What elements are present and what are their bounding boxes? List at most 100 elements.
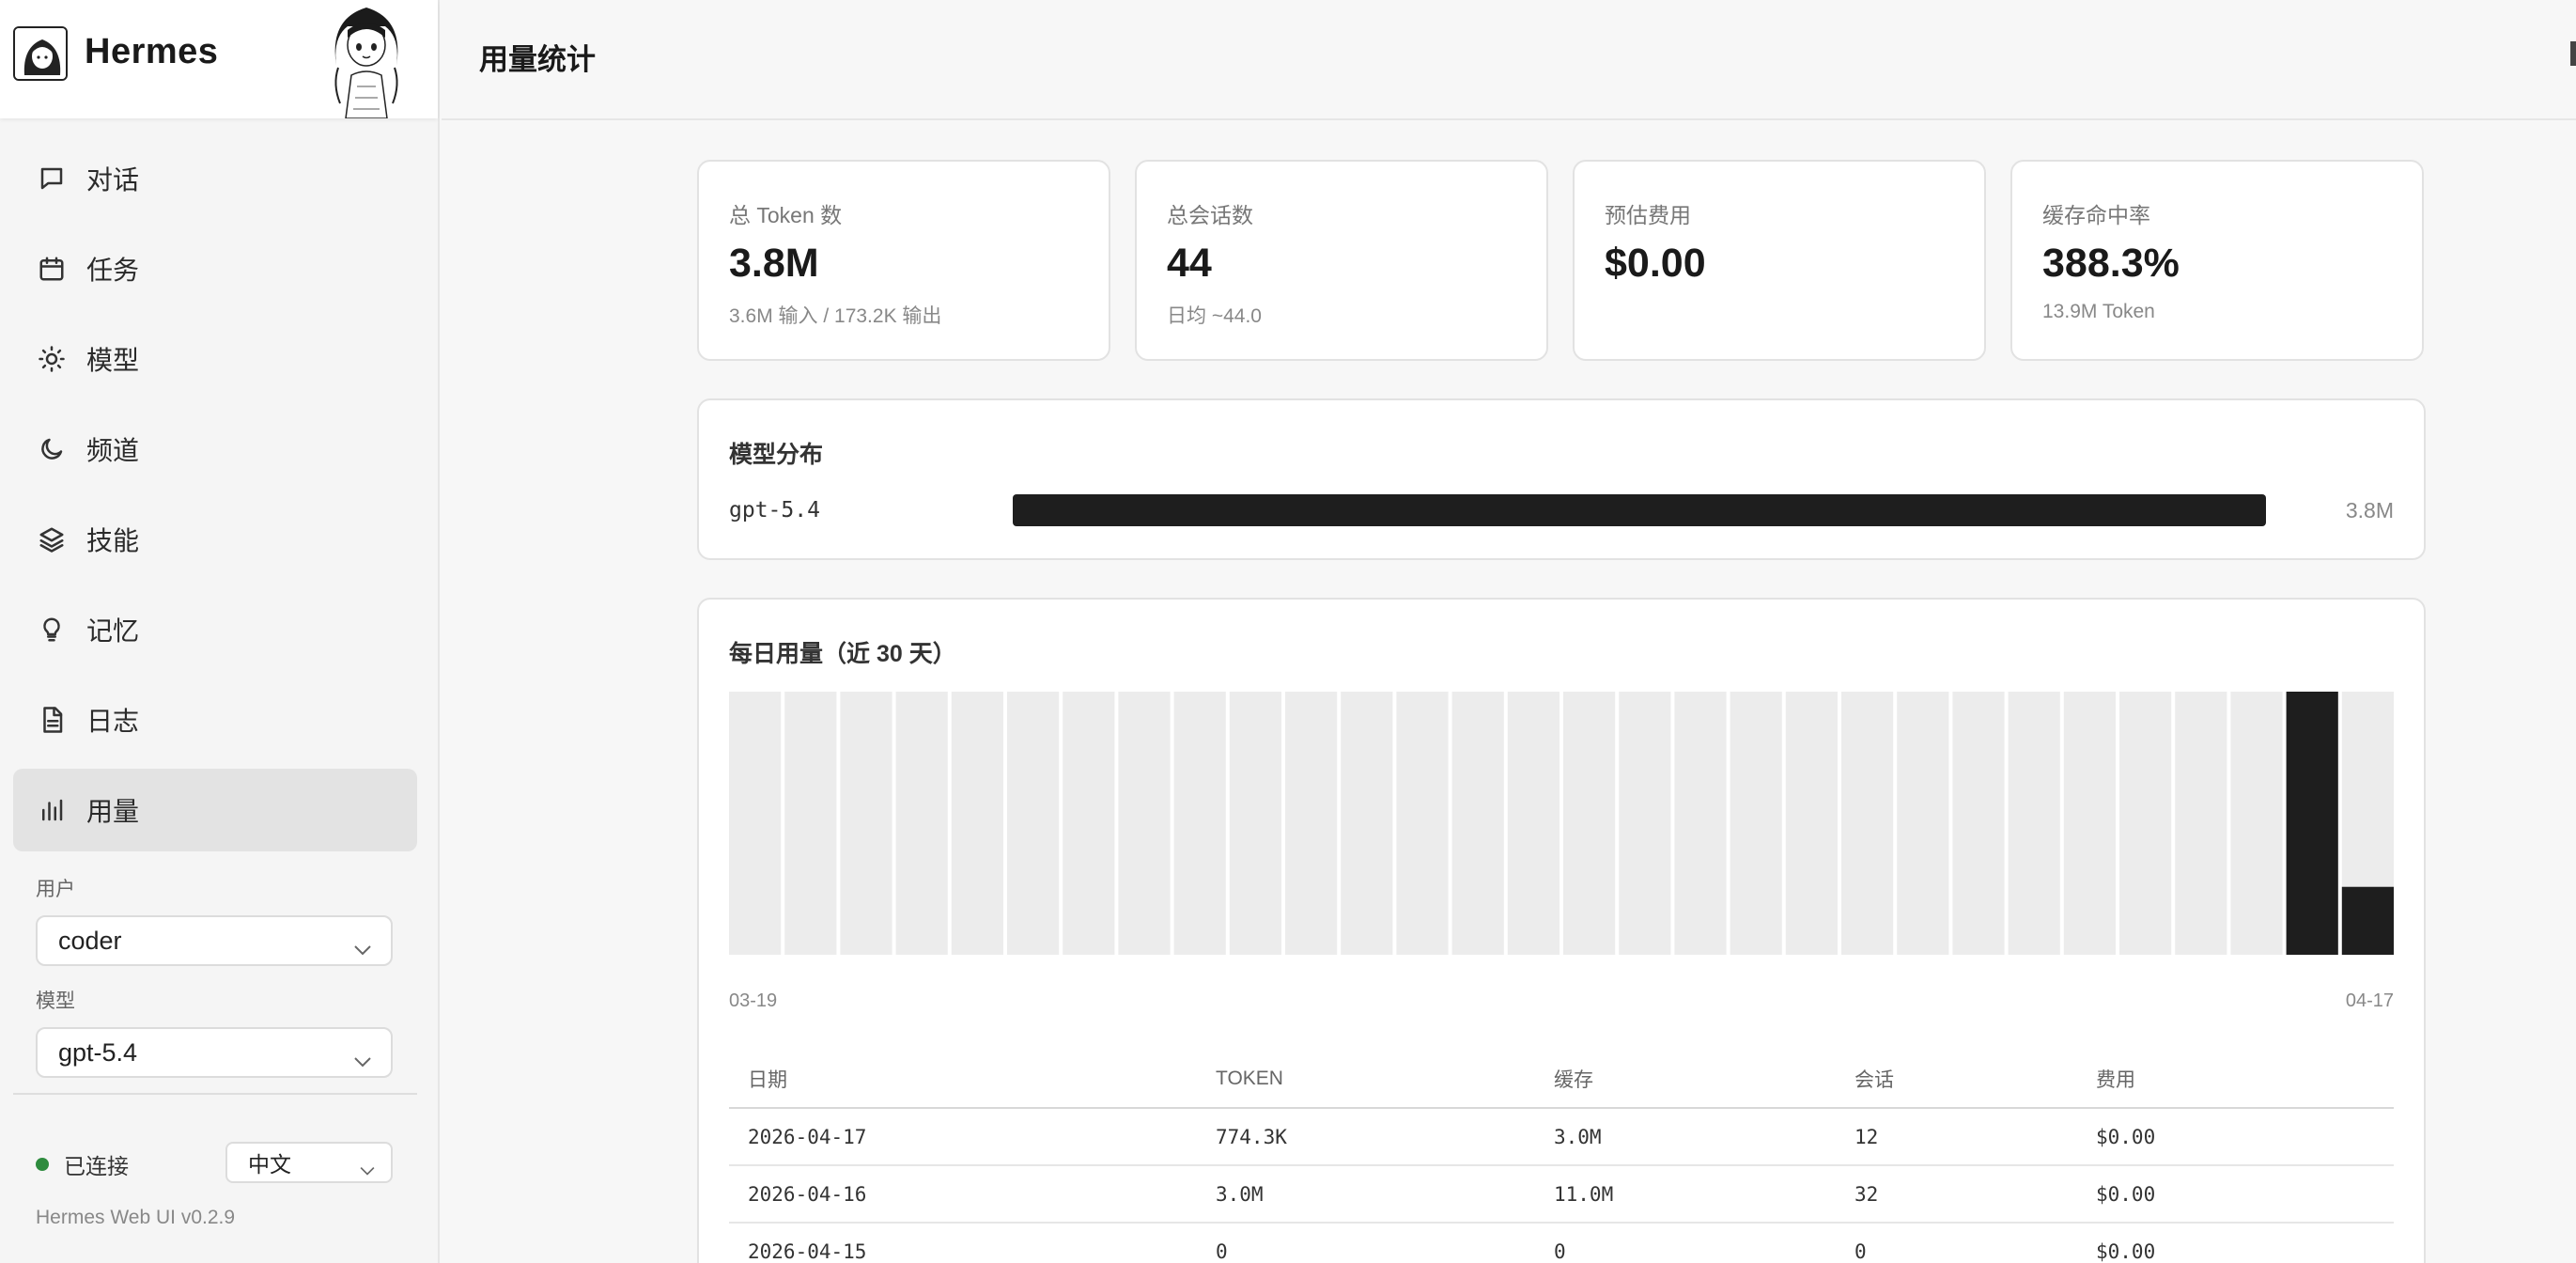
chevron-down-icon xyxy=(353,1046,371,1068)
model-filter-label: 模型 xyxy=(36,990,75,1012)
chevron-down-icon xyxy=(359,1157,376,1182)
model-select[interactable]: gpt-5.4 xyxy=(36,1027,393,1078)
cell-sessions: 0 xyxy=(1854,1240,1867,1263)
table-row: 2026-04-17 774.3K 3.0M 12 $0.00 xyxy=(729,1109,2394,1166)
lightbulb-icon xyxy=(36,614,68,646)
bar-track-04-15 xyxy=(2230,692,2283,955)
stat-value: $0.00 xyxy=(1605,241,1706,286)
stat-value: 44 xyxy=(1167,241,1212,286)
mascot-illustration xyxy=(319,0,413,119)
cell-sessions: 32 xyxy=(1854,1182,1879,1206)
bar-track-04-01 xyxy=(1451,692,1504,955)
bar-track-03-28 xyxy=(1229,692,1281,955)
stat-card-cache-hit-rate: 缓存命中率 388.3% 13.9M Token xyxy=(2010,160,2424,361)
model-token-value: 3.8M xyxy=(2345,498,2394,522)
cell-sessions: 12 xyxy=(1854,1125,1879,1148)
status-dot-icon xyxy=(36,1158,49,1171)
sidebar-item-label: 频道 xyxy=(86,436,140,465)
sidebar-item-memory[interactable]: 记忆 xyxy=(13,588,417,671)
connection-status-label: 已连接 xyxy=(64,1154,129,1178)
stat-subtext: 13.9M Token xyxy=(2042,301,2155,322)
chevron-down-icon xyxy=(353,934,371,956)
cell-cache: 0 xyxy=(1554,1240,1566,1263)
bar-track-04-10 xyxy=(1952,692,2005,955)
sidebar-item-label: 对话 xyxy=(86,165,140,195)
section-title: 每日用量（近 30 天） xyxy=(729,641,956,667)
sidebar-item-models[interactable]: 模型 xyxy=(13,318,417,400)
bar-track-03-29 xyxy=(1285,692,1338,955)
user-filter-label: 用户 xyxy=(36,879,75,900)
stat-label: 总 Token 数 xyxy=(729,203,843,227)
sidebar-item-usage[interactable]: 用量 xyxy=(13,769,417,851)
sidebar-item-label: 用量 xyxy=(86,797,140,826)
sidebar-divider xyxy=(13,1093,417,1095)
header-edge-control[interactable] xyxy=(2570,41,2576,66)
sidebar-item-channels[interactable]: 频道 xyxy=(13,408,417,491)
stat-label: 总会话数 xyxy=(1167,203,1253,227)
bar-track-04-07 xyxy=(1785,692,1838,955)
document-icon xyxy=(36,704,68,736)
user-select-value: coder xyxy=(58,926,122,955)
bar-track-03-27 xyxy=(1173,692,1226,955)
daily-usage-chart xyxy=(729,692,2394,955)
bar-track-03-20 xyxy=(784,692,837,955)
x-axis-start-label: 03-19 xyxy=(729,990,778,1011)
bar-track-03-21 xyxy=(840,692,892,955)
sidebar-item-logs[interactable]: 日志 xyxy=(13,678,417,761)
column-header-sessions[interactable]: 会话 xyxy=(1854,1065,2096,1093)
cell-date: 2026-04-15 xyxy=(748,1240,867,1263)
stat-card-total-tokens: 总 Token 数 3.8M 3.6M 输入 / 173.2K 输出 xyxy=(697,160,1110,361)
sidebar-item-label: 记忆 xyxy=(86,616,140,646)
bar-track-03-30 xyxy=(1341,692,1393,955)
sidebar-item-skills[interactable]: 技能 xyxy=(13,498,417,581)
user-select[interactable]: coder xyxy=(36,915,393,966)
bar-track-04-14 xyxy=(2175,692,2227,955)
sidebar-nav: 对话 任务 模型 频道 技能 记忆 日志 用量 xyxy=(13,137,417,859)
x-axis-end-label: 04-17 xyxy=(2345,990,2394,1011)
column-header-cache[interactable]: 缓存 xyxy=(1554,1065,1854,1093)
column-header-token[interactable]: TOKEN xyxy=(1216,1068,1554,1090)
model-select-value: gpt-5.4 xyxy=(58,1037,138,1067)
cell-token: 3.0M xyxy=(1216,1182,1264,1206)
sidebar-item-label: 任务 xyxy=(86,256,140,285)
bar-chart-icon xyxy=(36,794,68,826)
cell-token: 0 xyxy=(1216,1240,1228,1263)
column-header-date[interactable]: 日期 xyxy=(729,1065,1216,1093)
stat-subtext: 3.6M 输入 / 173.2K 输出 xyxy=(729,305,942,327)
sidebar-item-label: 模型 xyxy=(86,346,140,375)
page-header: 用量统计 xyxy=(442,0,2576,120)
bar-04-17[interactable] xyxy=(2341,886,2394,955)
sun-icon xyxy=(36,343,68,375)
stat-value: 3.8M xyxy=(729,241,819,286)
bar-track-04-11 xyxy=(2008,692,2060,955)
column-header-cost[interactable]: 费用 xyxy=(2096,1065,2378,1093)
cell-cache: 11.0M xyxy=(1554,1182,1614,1206)
sidebar-item-chat[interactable]: 对话 xyxy=(13,137,417,220)
bar-track-04-12 xyxy=(2063,692,2116,955)
stat-card-estimated-cost: 预估费用 $0.00 xyxy=(1573,160,1986,361)
cell-cache: 3.0M xyxy=(1554,1125,1602,1148)
bar-track-03-24 xyxy=(1007,692,1060,955)
bar-04-16[interactable] xyxy=(2286,692,2338,955)
cell-cost: $0.00 xyxy=(2096,1125,2156,1148)
bar-track-03-25 xyxy=(1063,692,1115,955)
bar-track-04-13 xyxy=(2119,692,2172,955)
page-title: 用量统计 xyxy=(479,43,596,76)
bar-track-04-03 xyxy=(1563,692,1616,955)
language-select[interactable]: 中文 xyxy=(225,1142,393,1183)
bar-track-04-06 xyxy=(1730,692,1782,955)
app-version: Hermes Web UI v0.2.9 xyxy=(36,1207,236,1228)
table-row: 2026-04-15 0 0 0 $0.00 xyxy=(729,1224,2394,1263)
stat-value: 388.3% xyxy=(2042,241,2180,286)
daily-usage-card: 每日用量（近 30 天） 03-19 04-17 日期 TOKEN 缓存 会话 … xyxy=(697,598,2426,1263)
sidebar-item-tasks[interactable]: 任务 xyxy=(13,227,417,310)
sidebar-item-label: 技能 xyxy=(86,526,140,555)
bar-track-04-08 xyxy=(1841,692,1894,955)
table-row: 2026-04-16 3.0M 11.0M 32 $0.00 xyxy=(729,1166,2394,1224)
moon-icon xyxy=(36,433,68,465)
connection-status: 已连接 xyxy=(36,1148,129,1180)
cell-cost: $0.00 xyxy=(2096,1240,2156,1263)
app-logo[interactable] xyxy=(13,26,68,81)
chat-bubble-icon xyxy=(36,163,68,195)
cell-token: 774.3K xyxy=(1216,1125,1287,1148)
